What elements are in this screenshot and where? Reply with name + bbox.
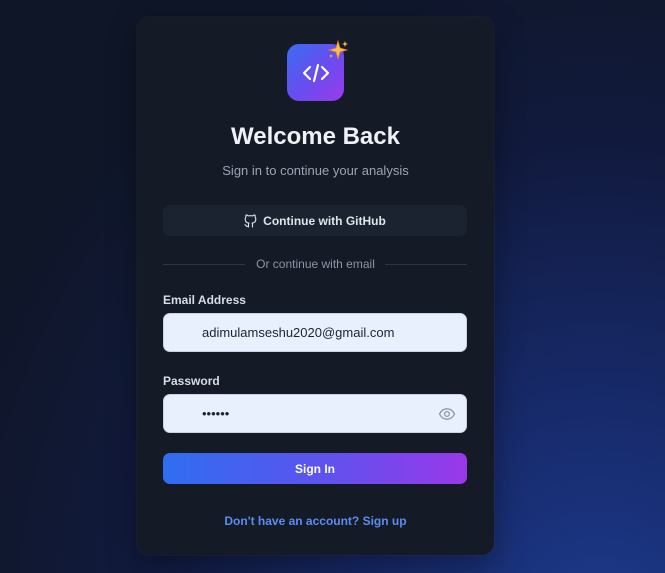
- eye-icon[interactable]: [438, 405, 456, 423]
- signin-button[interactable]: Sign In: [163, 453, 467, 484]
- page-title: Welcome Back: [231, 123, 400, 150]
- signup-link[interactable]: Don't have an account? Sign up: [137, 514, 494, 528]
- login-card: Welcome Back Sign in to continue your an…: [137, 17, 494, 555]
- github-icon: [244, 213, 257, 228]
- email-field[interactable]: adimulamseshu2020@gmail.com: [163, 313, 467, 352]
- divider-right: [385, 264, 467, 265]
- email-label: Email Address: [163, 293, 246, 307]
- email-value: adimulamseshu2020@gmail.com: [202, 325, 395, 340]
- page-subtitle: Sign in to continue your analysis: [222, 163, 409, 178]
- code-icon: [302, 63, 329, 82]
- signin-button-label: Sign In: [295, 461, 335, 476]
- github-signin-button[interactable]: Continue with GitHub: [163, 205, 467, 236]
- password-field[interactable]: ••••••: [163, 394, 467, 433]
- password-value: ••••••: [202, 406, 230, 421]
- sparkle-icon: [327, 39, 349, 61]
- github-button-label: Continue with GitHub: [263, 213, 386, 228]
- password-label: Password: [163, 374, 220, 388]
